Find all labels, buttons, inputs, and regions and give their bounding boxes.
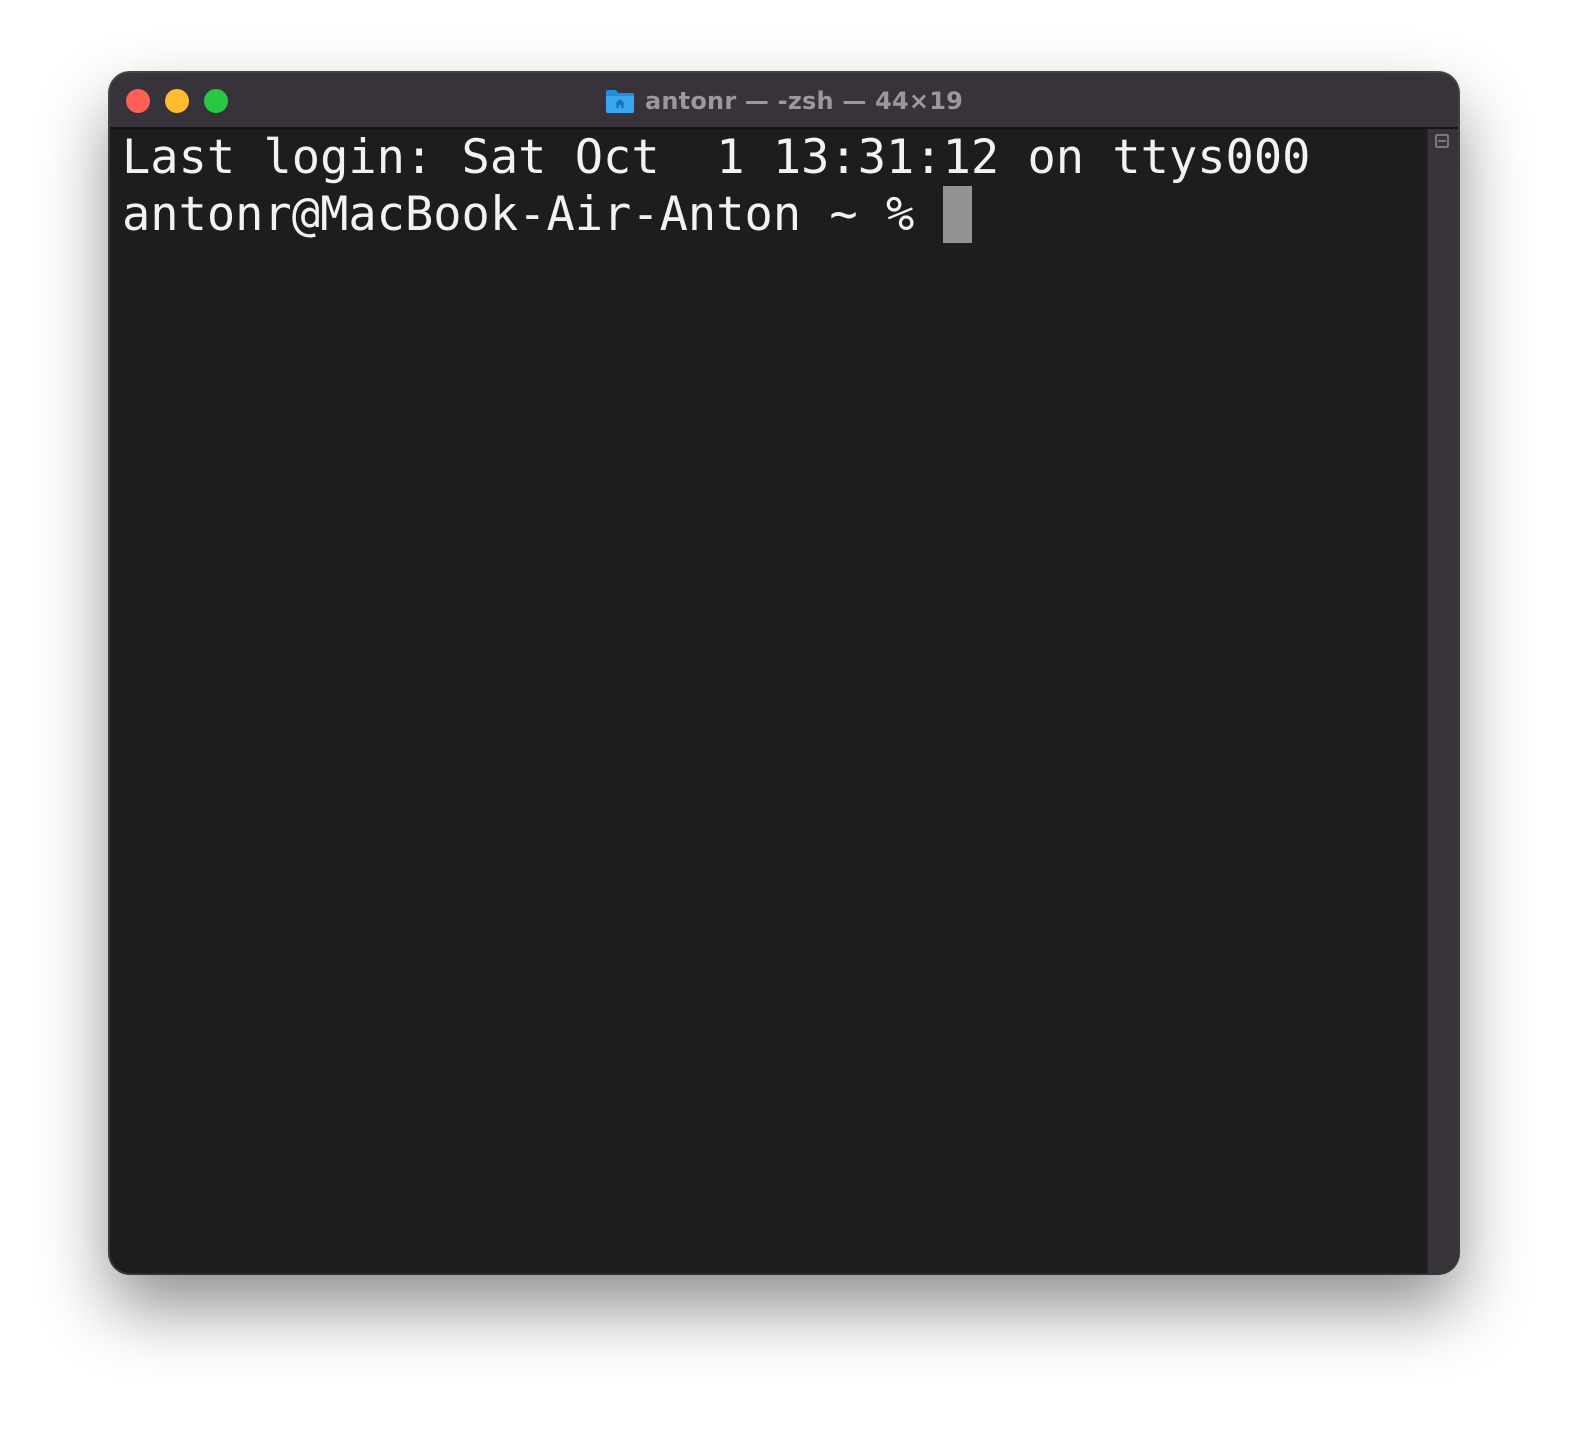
last-login-line: Last login: Sat Oct 1 13:31:12 on ttys00… — [122, 130, 1311, 185]
window-title-text: antonr — -zsh — 44×19 — [645, 87, 963, 115]
home-folder-icon — [605, 88, 635, 114]
shell-prompt: antonr@MacBook-Air-Anton ~ % — [122, 187, 943, 242]
title-bar[interactable]: antonr — -zsh — 44×19 — [110, 73, 1458, 129]
scrollbar-gutter[interactable] — [1427, 129, 1458, 1273]
terminal-window: antonr — -zsh — 44×19 Last login: Sat Oc… — [110, 73, 1458, 1273]
terminal-output[interactable]: Last login: Sat Oct 1 13:31:12 on ttys00… — [110, 129, 1428, 1273]
split-pane-icon[interactable] — [1435, 134, 1449, 148]
prompt-line[interactable]: antonr@MacBook-Air-Anton ~ % — [122, 186, 1428, 243]
text-cursor — [942, 186, 972, 243]
window-title: antonr — -zsh — 44×19 — [110, 73, 1458, 129]
